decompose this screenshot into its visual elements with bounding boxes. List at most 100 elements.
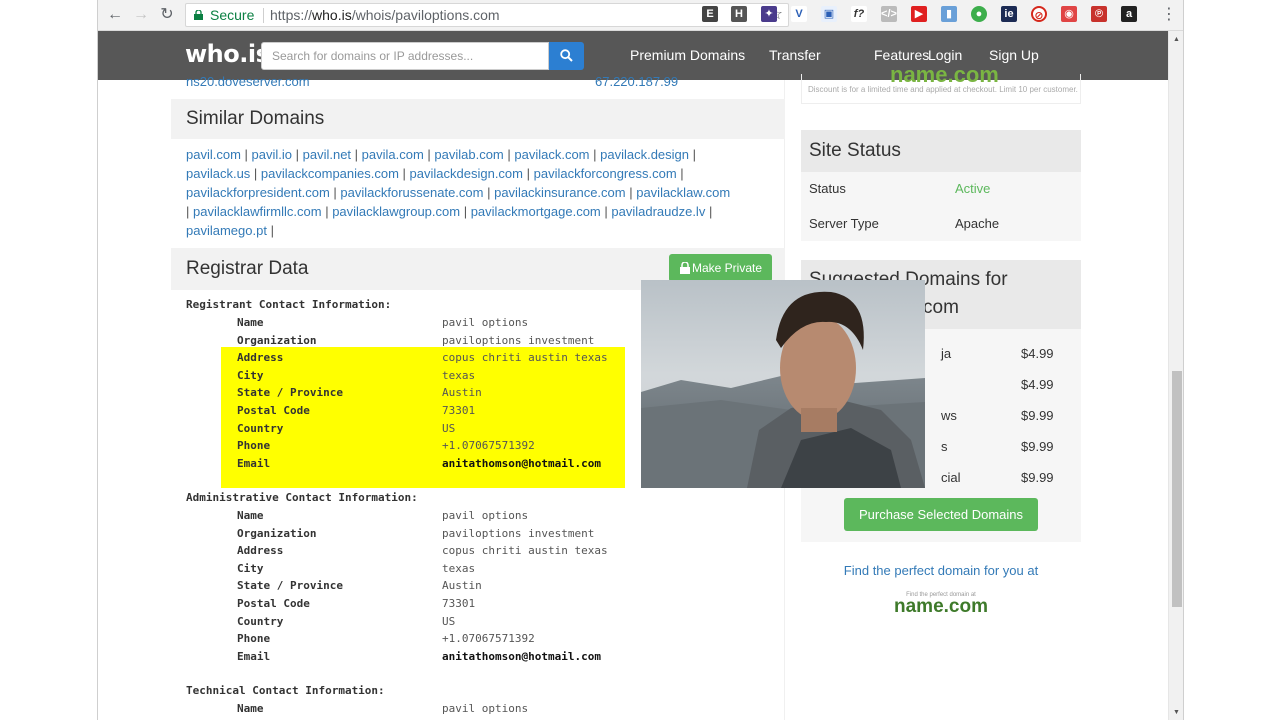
- link-separator: |: [423, 147, 435, 162]
- forward-icon[interactable]: →: [130, 5, 152, 25]
- lock-icon: [194, 10, 203, 20]
- scroll-down-icon[interactable]: ▼: [1173, 709, 1180, 716]
- status-label: Status: [809, 181, 846, 196]
- contact-field-value[interactable]: anitathomson@hotmail.com: [442, 457, 601, 470]
- page-scrollbar[interactable]: ▲ ▼: [1168, 31, 1183, 720]
- namecom-ad-logo: name.com: [894, 596, 988, 617]
- search-button[interactable]: [549, 42, 584, 70]
- namecom-promo[interactable]: name.com Discount is for a limited time …: [801, 62, 1081, 104]
- similar-domain-link[interactable]: pavilackforpresident.com: [186, 185, 330, 200]
- link-separator: |: [600, 204, 612, 219]
- evernote-ext-icon[interactable]: E: [702, 6, 718, 22]
- similar-domain-link[interactable]: pavilackmortgage.com: [471, 204, 601, 219]
- back-icon[interactable]: ←: [104, 5, 126, 25]
- link-separator: |: [321, 204, 333, 219]
- ie-ext-icon[interactable]: ie: [1001, 6, 1017, 22]
- browser-window: ← → ↻ Secure https://who.is/whois/pavilo…: [97, 0, 1184, 720]
- suggested-domain-name: ja: [941, 346, 952, 361]
- v-ext-icon[interactable]: V: [791, 6, 807, 22]
- similar-domain-link[interactable]: pavilamego.pt: [186, 223, 267, 238]
- domain-search-input[interactable]: Search for domains or IP addresses...: [261, 42, 549, 70]
- red-ext-icon[interactable]: ◉: [1061, 6, 1077, 22]
- similar-domain-link[interactable]: pavilackcompanies.com: [261, 166, 399, 181]
- contact-field-value: 73301: [442, 404, 476, 417]
- technical-heading: Technical Contact Information:: [186, 684, 385, 697]
- nameserver-ip[interactable]: 67.220.187.99: [595, 74, 678, 89]
- nav-login[interactable]: Login: [928, 47, 962, 63]
- pdf-ext-icon[interactable]: ℗: [1091, 6, 1107, 22]
- contact-field-value: paviloptions investment: [442, 526, 595, 540]
- video-overlay[interactable]: [641, 280, 925, 488]
- scroll-thumb[interactable]: [1172, 371, 1182, 607]
- find-domain-text[interactable]: Find the perfect domain for you at: [801, 563, 1081, 578]
- suggested-domain-name: s: [941, 439, 948, 454]
- link-separator: |: [250, 166, 261, 181]
- link-separator: |: [460, 204, 471, 219]
- nav-features[interactable]: Features: [874, 47, 929, 63]
- similar-domain-link[interactable]: pavilackforussenate.com: [340, 185, 483, 200]
- similar-domain-link[interactable]: pavilackdesign.com: [410, 166, 523, 181]
- purchase-selected-button[interactable]: Purchase Selected Domains: [844, 498, 1038, 531]
- address-bar[interactable]: Secure https://who.is/whois/paviloptions…: [185, 3, 789, 27]
- url-text[interactable]: https://who.is/whois/paviloptions.com: [270, 4, 500, 26]
- lock-icon: [680, 262, 690, 274]
- link-separator: |: [483, 185, 495, 200]
- site-status-panel: Site Status Status Active Server Type Ap…: [801, 130, 1081, 241]
- nameserver-host[interactable]: ns20.doveserver.com: [186, 74, 310, 89]
- contact-field-label: Postal Code: [237, 404, 310, 417]
- similar-domain-link[interactable]: pavilacklawfirmllc.com: [193, 204, 322, 219]
- contact-field-value: paviloptions investment: [442, 333, 595, 347]
- suggested-domain-price: $4.99: [1021, 346, 1054, 361]
- omnibox-divider: [263, 8, 264, 23]
- similar-domain-link[interactable]: pavilackinsurance.com: [494, 185, 626, 200]
- nav-transfer[interactable]: Transfer: [769, 47, 821, 63]
- similar-domain-link[interactable]: pavil.io: [252, 147, 292, 162]
- link-separator: |: [705, 204, 713, 219]
- h-ext-icon[interactable]: H: [731, 6, 747, 22]
- stop-ext-icon[interactable]: ⊘: [1031, 6, 1047, 22]
- fx-ext-icon[interactable]: f?: [851, 6, 867, 22]
- scroll-up-icon[interactable]: ▲: [1173, 36, 1180, 43]
- browser-menu-icon[interactable]: ⋮: [1161, 5, 1177, 25]
- link-separator: |: [676, 166, 684, 181]
- contact-field-value: texas: [442, 368, 476, 382]
- video-frame-image: [641, 280, 925, 488]
- similar-domain-link[interactable]: pavilack.design: [600, 147, 689, 162]
- color-ext-icon[interactable]: ●: [971, 6, 987, 22]
- site-status-title: Site Status: [801, 130, 1081, 172]
- contact-field-label: State / Province: [237, 386, 343, 400]
- similar-domain-link[interactable]: pavilack.us: [186, 166, 250, 181]
- nav-sign-up[interactable]: Sign Up: [989, 47, 1039, 63]
- contact-field-label: Postal Code: [237, 597, 310, 610]
- contact-field-value[interactable]: anitathomson@hotmail.com: [442, 650, 601, 663]
- chart-ext-icon[interactable]: ▮: [941, 6, 957, 22]
- make-private-button[interactable]: Make Private: [669, 254, 772, 282]
- similar-domain-link[interactable]: pavilacklaw.com: [636, 185, 730, 200]
- whois-logo[interactable]: who.is: [185, 40, 270, 68]
- similar-domain-link[interactable]: pavil.com: [186, 147, 241, 162]
- youtube-ext-icon[interactable]: ▶: [911, 6, 927, 22]
- similar-domain-link[interactable]: paviladraudze.lv: [611, 204, 705, 219]
- link-separator: |: [329, 185, 341, 200]
- contact-field-label: Name: [237, 316, 264, 329]
- contact-row: Organization paviloptions investment: [237, 527, 757, 544]
- promo-disclaimer: Discount is for a limited time and appli…: [808, 85, 1078, 94]
- similar-domain-link[interactable]: pavilab.com: [434, 147, 503, 162]
- amazon-ext-icon[interactable]: a: [1121, 6, 1137, 22]
- window-ext-icon[interactable]: ▣: [821, 6, 837, 22]
- similar-domain-link[interactable]: pavilackforcongress.com: [534, 166, 677, 181]
- contact-field-value: US: [442, 421, 456, 435]
- similar-domain-link[interactable]: pavila.com: [362, 147, 424, 162]
- code-ext-icon[interactable]: </>: [881, 6, 897, 22]
- puzzle-ext-icon[interactable]: ✦: [761, 6, 777, 22]
- contact-row: Country US: [237, 615, 757, 632]
- reload-icon[interactable]: ↻: [156, 5, 178, 25]
- namecom-ad[interactable]: Find the perfect domain at name.com: [801, 592, 1081, 618]
- similar-domain-link[interactable]: pavil.net: [303, 147, 351, 162]
- suggested-domain-name: cial: [941, 470, 961, 485]
- contact-field-value: pavil options: [442, 316, 529, 329]
- contact-field-value: copus chriti austin texas: [442, 351, 608, 365]
- similar-domain-link[interactable]: pavilack.com: [514, 147, 589, 162]
- nav-premium-domains[interactable]: Premium Domains: [630, 47, 745, 63]
- similar-domain-link[interactable]: pavilacklawgroup.com: [332, 204, 460, 219]
